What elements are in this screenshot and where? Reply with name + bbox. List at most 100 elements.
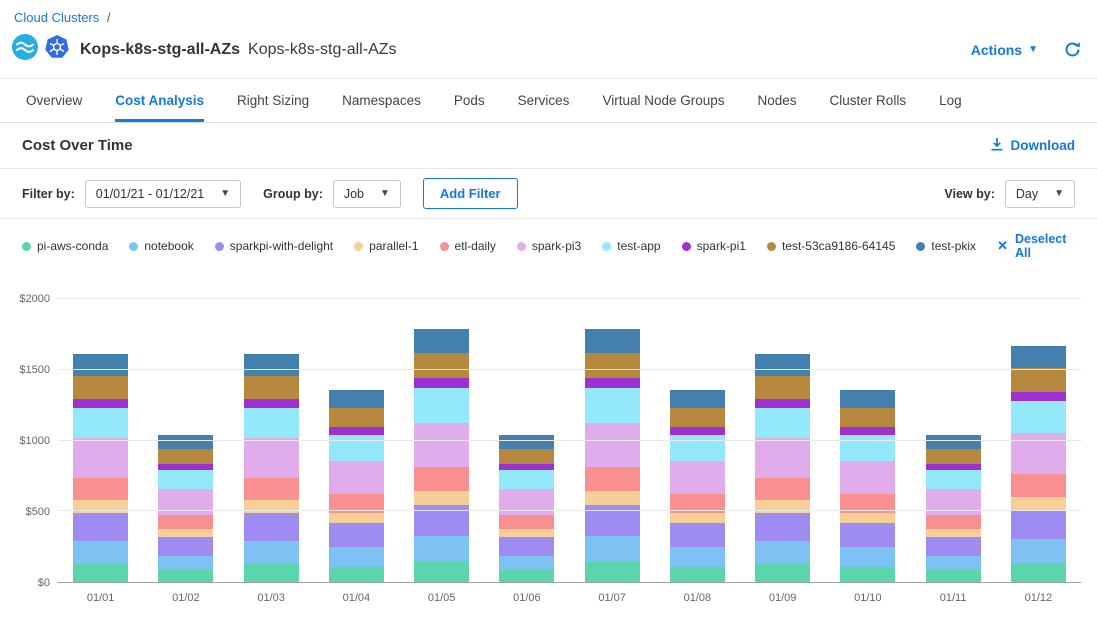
stacked-bar-01/08[interactable] [670,299,725,582]
legend-item-parallel-1[interactable]: parallel-1 [354,239,418,253]
bar-segment-spark-pi1[interactable] [840,427,895,435]
bar-segment-spark-pi3[interactable] [670,461,725,495]
legend-item-spark-pi1[interactable]: spark-pi1 [682,239,746,253]
bar-segment-sparkpi-with-delight[interactable] [755,513,810,541]
bar-segment-test-53ca9186-64145[interactable] [926,449,981,464]
bar-segment-pi-aws-conda[interactable] [414,562,469,582]
bar-segment-pi-aws-conda[interactable] [840,567,895,582]
bar-segment-test-pkix[interactable] [670,390,725,408]
bar-segment-spark-pi3[interactable] [329,461,384,495]
bar-segment-pi-aws-conda[interactable] [755,564,810,582]
view-by-select[interactable]: Day ▼ [1005,180,1075,208]
bar-segment-test-app[interactable] [755,408,810,439]
bar-segment-sparkpi-with-delight[interactable] [670,523,725,547]
bar-segment-sparkpi-with-delight[interactable] [244,513,299,541]
tab-cost-analysis[interactable]: Cost Analysis [115,79,204,122]
tab-nodes[interactable]: Nodes [758,79,797,122]
bar-segment-test-53ca9186-64145[interactable] [73,376,128,399]
bar-segment-spark-pi1[interactable] [755,399,810,408]
bar-segment-parallel-1[interactable] [414,491,469,505]
bar-segment-sparkpi-with-delight[interactable] [840,523,895,547]
tab-services[interactable]: Services [518,79,570,122]
bar-segment-test-pkix[interactable] [755,354,810,376]
bar-segment-etl-daily[interactable] [585,467,640,491]
bar-segment-spark-pi1[interactable] [670,427,725,435]
bar-segment-etl-daily[interactable] [73,478,128,500]
bar-segment-spark-pi1[interactable] [329,427,384,435]
bar-segment-test-app[interactable] [244,408,299,439]
stacked-bar-01/09[interactable] [755,299,810,582]
legend-item-etl-daily[interactable]: etl-daily [440,239,496,253]
bar-segment-sparkpi-with-delight[interactable] [158,537,213,555]
bar-segment-test-53ca9186-64145[interactable] [755,376,810,399]
bar-segment-test-53ca9186-64145[interactable] [585,353,640,378]
bar-segment-parallel-1[interactable] [926,529,981,537]
bar-segment-test-53ca9186-64145[interactable] [329,408,384,427]
bar-segment-notebook[interactable] [585,536,640,561]
bar-segment-test-app[interactable] [926,470,981,490]
bar-segment-test-53ca9186-64145[interactable] [414,353,469,378]
bar-segment-notebook[interactable] [840,547,895,566]
bar-segment-pi-aws-conda[interactable] [585,562,640,582]
tab-namespaces[interactable]: Namespaces [342,79,421,122]
deselect-all-button[interactable]: ✕ Deselect All [997,232,1075,260]
bar-segment-test-pkix[interactable] [585,329,640,353]
bar-segment-etl-daily[interactable] [755,478,810,500]
bar-segment-test-app[interactable] [1011,401,1066,433]
bar-segment-etl-daily[interactable] [1011,474,1066,496]
bar-segment-pi-aws-conda[interactable] [670,567,725,582]
bar-segment-sparkpi-with-delight[interactable] [499,537,554,555]
legend-item-notebook[interactable]: notebook [129,239,193,253]
bar-segment-sparkpi-with-delight[interactable] [329,523,384,547]
bar-segment-pi-aws-conda[interactable] [1011,563,1066,582]
bar-segment-test-53ca9186-64145[interactable] [670,408,725,427]
bar-segment-spark-pi1[interactable] [585,378,640,388]
stacked-bar-01/05[interactable] [414,299,469,582]
bar-segment-sparkpi-with-delight[interactable] [73,513,128,541]
legend-item-sparkpi-with-delight[interactable]: sparkpi-with-delight [215,239,333,253]
bar-segment-spark-pi1[interactable] [73,399,128,408]
bar-segment-test-53ca9186-64145[interactable] [244,376,299,399]
bar-segment-pi-aws-conda[interactable] [244,564,299,582]
bar-segment-spark-pi3[interactable] [755,438,810,478]
bar-segment-etl-daily[interactable] [158,515,213,529]
bar-segment-notebook[interactable] [329,547,384,566]
stacked-bar-01/04[interactable] [329,299,384,582]
bar-segment-test-pkix[interactable] [926,435,981,449]
bar-segment-test-app[interactable] [585,388,640,422]
bar-segment-test-pkix[interactable] [840,390,895,408]
bar-segment-spark-pi1[interactable] [414,378,469,388]
stacked-bar-01/02[interactable] [158,299,213,582]
add-filter-button[interactable]: Add Filter [423,178,518,209]
breadcrumb-cloud-clusters[interactable]: Cloud Clusters [14,10,99,25]
bar-segment-etl-daily[interactable] [244,478,299,500]
bar-segment-notebook[interactable] [755,541,810,564]
bar-segment-test-pkix[interactable] [73,354,128,376]
bar-segment-test-53ca9186-64145[interactable] [840,408,895,427]
refresh-button[interactable] [1064,41,1081,58]
bar-segment-pi-aws-conda[interactable] [926,570,981,582]
tab-virtual-node-groups[interactable]: Virtual Node Groups [602,79,724,122]
stacked-bar-01/01[interactable] [73,299,128,582]
bar-segment-spark-pi3[interactable] [840,461,895,495]
bar-segment-spark-pi3[interactable] [244,438,299,478]
bar-segment-test-53ca9186-64145[interactable] [158,449,213,464]
bar-segment-pi-aws-conda[interactable] [158,570,213,582]
bar-segment-test-53ca9186-64145[interactable] [1011,368,1066,392]
download-button[interactable]: Download [990,137,1076,154]
bar-segment-test-pkix[interactable] [1011,346,1066,368]
tab-overview[interactable]: Overview [26,79,82,122]
bar-segment-notebook[interactable] [244,541,299,564]
date-range-select[interactable]: 01/01/21 - 01/12/21 ▼ [85,180,241,208]
bar-segment-parallel-1[interactable] [329,513,384,524]
bar-segment-parallel-1[interactable] [1011,497,1066,510]
bar-segment-spark-pi3[interactable] [414,423,469,467]
bar-segment-notebook[interactable] [926,556,981,571]
bar-segment-parallel-1[interactable] [499,529,554,537]
stacked-bar-01/10[interactable] [840,299,895,582]
bar-segment-pi-aws-conda[interactable] [499,570,554,582]
bar-segment-test-app[interactable] [414,388,469,422]
bar-segment-etl-daily[interactable] [926,515,981,529]
bar-segment-spark-pi1[interactable] [244,399,299,408]
stacked-bar-01/07[interactable] [585,299,640,582]
